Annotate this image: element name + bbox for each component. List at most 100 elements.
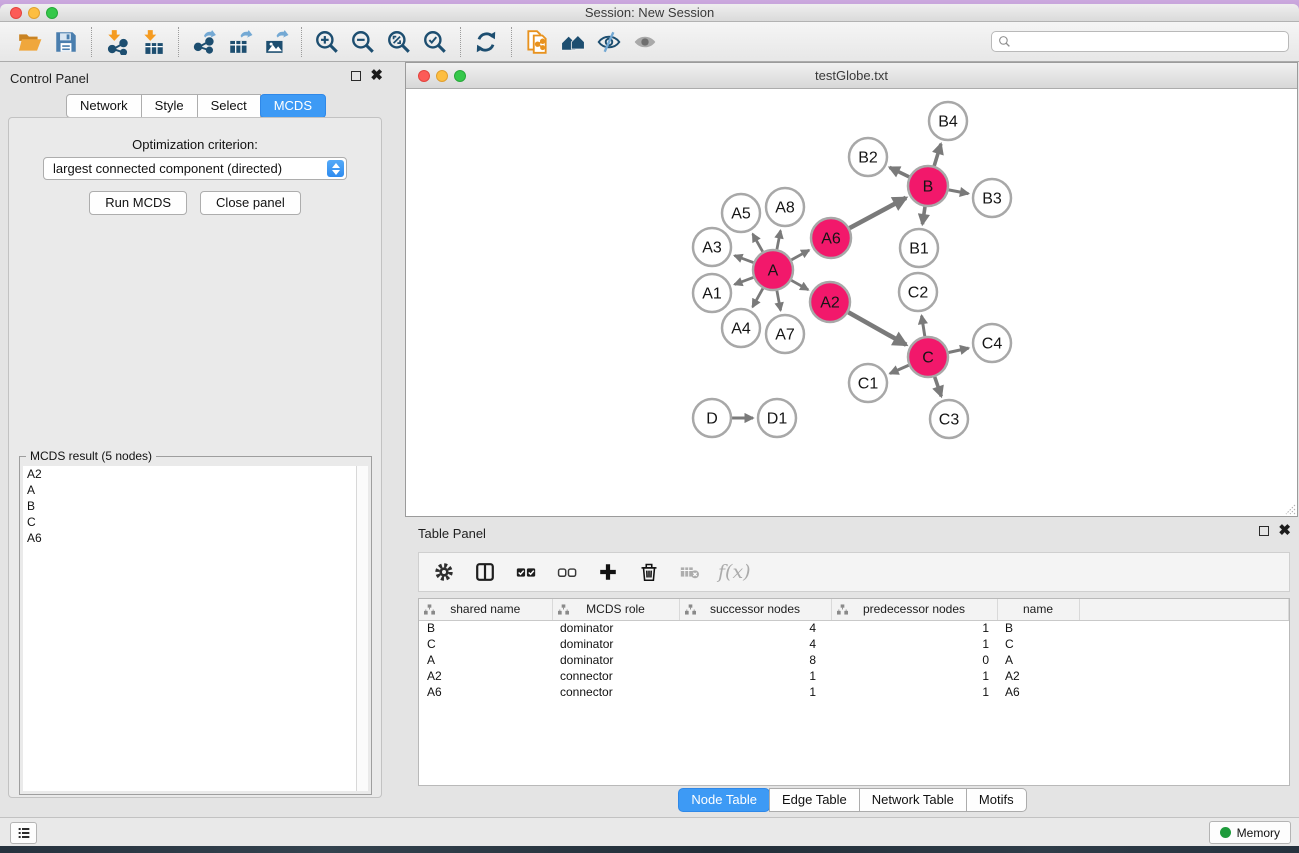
criterion-dropdown[interactable]: largest connected component (directed): [43, 157, 347, 180]
cell-successor_nodes[interactable]: 8: [679, 652, 831, 668]
graph-edge-A-A8[interactable]: [777, 231, 781, 250]
cell-shared_name[interactable]: C: [419, 636, 552, 652]
result-item-a2[interactable]: A2: [23, 466, 356, 482]
table-settings-button[interactable]: [429, 557, 459, 587]
graph-edge-A-A5[interactable]: [753, 234, 763, 252]
tab-motifs[interactable]: Motifs: [966, 788, 1027, 812]
graph-node-C3[interactable]: C3: [930, 400, 968, 438]
graph-edge-B-B4[interactable]: [934, 144, 941, 166]
result-item-b[interactable]: B: [23, 498, 356, 514]
cell-predecessor_nodes[interactable]: 1: [831, 668, 997, 684]
table-row-a[interactable]: Adominator80A: [419, 652, 1289, 668]
graph-node-D1[interactable]: D1: [758, 399, 796, 437]
zoom-out-button[interactable]: [345, 26, 381, 58]
cell-predecessor_nodes[interactable]: 1: [831, 684, 997, 700]
graph-node-C4[interactable]: C4: [973, 324, 1011, 362]
graph-edge-B-B3[interactable]: [949, 190, 969, 194]
cell-name[interactable]: C: [997, 636, 1079, 652]
float-panel-icon[interactable]: [351, 71, 361, 81]
home-button[interactable]: [555, 26, 591, 58]
table-row-c[interactable]: Cdominator41C: [419, 636, 1289, 652]
cell-successor_nodes[interactable]: 4: [679, 620, 831, 636]
graph-node-D[interactable]: D: [693, 399, 731, 437]
cell-predecessor_nodes[interactable]: 1: [831, 636, 997, 652]
table-row-b[interactable]: Bdominator41B: [419, 620, 1289, 636]
graph-node-A2[interactable]: A2: [810, 282, 850, 322]
graph-edge-C-C2[interactable]: [922, 316, 925, 337]
graph-edge-B-B2[interactable]: [890, 167, 910, 177]
graph-node-A[interactable]: A: [753, 250, 793, 290]
graph-node-C2[interactable]: C2: [899, 273, 937, 311]
column-header-shared-name[interactable]: shared name: [419, 599, 552, 620]
cell-successor_nodes[interactable]: 1: [679, 668, 831, 684]
cell-name[interactable]: B: [997, 620, 1079, 636]
delete-row-button[interactable]: [634, 557, 664, 587]
cell-mcds_role[interactable]: dominator: [552, 636, 679, 652]
tab-network[interactable]: Network: [66, 94, 142, 118]
column-header-predecessor-nodes[interactable]: predecessor nodes: [831, 599, 997, 620]
cell-shared_name[interactable]: A: [419, 652, 552, 668]
graph-node-A1[interactable]: A1: [693, 274, 731, 312]
network-canvas[interactable]: B4B2BB3A8A5A6A3B1AC2A1A2A4A7C4CC1DD1C3: [406, 89, 1297, 516]
cell-name[interactable]: A2: [997, 668, 1079, 684]
cell-name[interactable]: A6: [997, 684, 1079, 700]
delete-table-button[interactable]: [675, 557, 705, 587]
graph-edge-C-C1[interactable]: [890, 365, 909, 373]
cell-shared_name[interactable]: A2: [419, 668, 552, 684]
graph-edge-A-A2[interactable]: [791, 280, 808, 290]
deselect-all-button[interactable]: [552, 557, 582, 587]
tab-mcds[interactable]: MCDS: [260, 94, 326, 118]
graph-node-B3[interactable]: B3: [973, 179, 1011, 217]
export-network-button[interactable]: [186, 26, 222, 58]
memory-button[interactable]: Memory: [1209, 821, 1291, 844]
close-panel-icon[interactable]: ✖: [370, 70, 383, 82]
refresh-button[interactable]: [468, 26, 504, 58]
resize-grip-icon[interactable]: [1283, 502, 1296, 515]
graph-edge-C-C4[interactable]: [949, 348, 969, 352]
graph-edge-A2-C[interactable]: [848, 312, 906, 345]
cell-mcds_role[interactable]: connector: [552, 684, 679, 700]
import-table-button[interactable]: [135, 26, 171, 58]
graph-node-A4[interactable]: A4: [722, 309, 760, 347]
column-header-MCDS-role[interactable]: MCDS role: [552, 599, 679, 620]
run-mcds-button[interactable]: Run MCDS: [89, 191, 187, 215]
graph-node-A8[interactable]: A8: [766, 188, 804, 226]
graph-edge-A-A7[interactable]: [777, 291, 781, 311]
export-image-button[interactable]: [258, 26, 294, 58]
graph-node-A6[interactable]: A6: [811, 218, 851, 258]
graph-node-B1[interactable]: B1: [900, 229, 938, 267]
select-all-button[interactable]: [511, 557, 541, 587]
cell-mcds_role[interactable]: connector: [552, 668, 679, 684]
add-row-button[interactable]: [593, 557, 623, 587]
open-session-button[interactable]: [12, 26, 48, 58]
cell-shared_name[interactable]: B: [419, 620, 552, 636]
column-header-name[interactable]: name: [997, 599, 1079, 620]
cell-name[interactable]: A: [997, 652, 1079, 668]
show-annotations-button[interactable]: [627, 26, 663, 58]
result-item-a6[interactable]: A6: [23, 530, 356, 546]
task-history-button[interactable]: [10, 822, 37, 844]
column-header-successor-nodes[interactable]: successor nodes: [679, 599, 831, 620]
graph-node-B2[interactable]: B2: [849, 138, 887, 176]
graph-node-B[interactable]: B: [908, 166, 948, 206]
graph-edge-C-C3[interactable]: [935, 377, 942, 396]
table-header-row[interactable]: shared nameMCDS rolesuccessor nodesprede…: [419, 599, 1289, 620]
graph-edge-A-A4[interactable]: [753, 288, 763, 307]
graph-node-C[interactable]: C: [908, 337, 948, 377]
close-panel-button[interactable]: Close panel: [200, 191, 301, 215]
float-table-panel-icon[interactable]: [1259, 526, 1269, 536]
cell-predecessor_nodes[interactable]: 0: [831, 652, 997, 668]
hide-annotations-button[interactable]: [591, 26, 627, 58]
tab-select[interactable]: Select: [197, 94, 261, 118]
graph-edge-A-A6[interactable]: [791, 250, 809, 260]
graph-edge-B-B1[interactable]: [922, 207, 925, 224]
tab-network-table[interactable]: Network Table: [859, 788, 967, 812]
export-table-button[interactable]: [222, 26, 258, 58]
session-from-network-button[interactable]: [519, 26, 555, 58]
tab-edge-table[interactable]: Edge Table: [769, 788, 860, 812]
import-network-button[interactable]: [99, 26, 135, 58]
table-row-a2[interactable]: A2connector11A2: [419, 668, 1289, 684]
close-table-panel-icon[interactable]: ✖: [1278, 525, 1291, 537]
function-builder-label[interactable]: f(x): [718, 561, 751, 583]
table-row-a6[interactable]: A6connector11A6: [419, 684, 1289, 700]
